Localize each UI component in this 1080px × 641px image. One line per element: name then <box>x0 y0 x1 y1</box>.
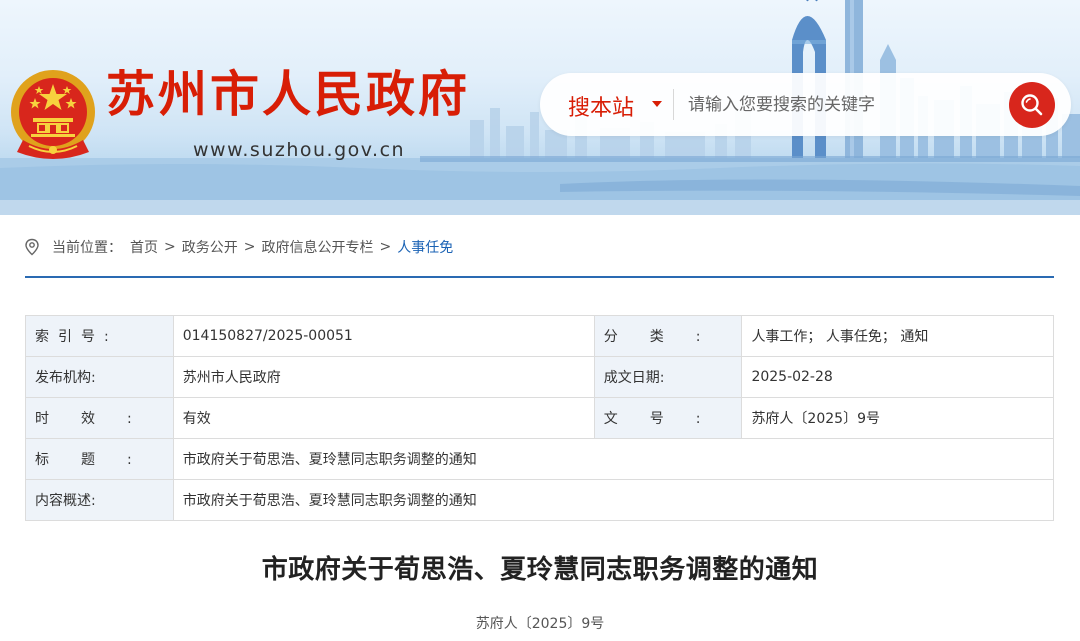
caret-down-icon[interactable] <box>652 101 662 107</box>
title-label: 标题: <box>25 438 174 480</box>
publisher-value: 苏州市人民政府 <box>172 356 595 398</box>
search-divider <box>673 89 674 120</box>
breadcrumb-separator: > <box>243 239 256 255</box>
table-row: 索引号: 014150827/2025-00051 分类: 人事工作； 人事任免… <box>25 315 1054 357</box>
document-title: 市政府关于荀思浩、夏玲慧同志职务调整的通知 <box>261 555 819 585</box>
breadcrumb-rule <box>25 276 1054 278</box>
category-label: 分类: <box>593 315 743 357</box>
docno-label: 文号: <box>593 397 743 439</box>
breadcrumb-personnel[interactable]: 人事任免 <box>397 237 453 257</box>
table-row: 发布机构: 苏州市人民政府 成文日期: 2025-02-28 <box>25 356 1054 398</box>
breadcrumb-separator: > <box>164 239 176 255</box>
category-value: 人事工作； 人事任免； 通知 <box>741 315 1054 357</box>
breadcrumb-home[interactable]: 首页 <box>130 237 158 257</box>
document-info-table: 索引号: 014150827/2025-00051 分类: 人事工作； 人事任免… <box>25 315 1055 521</box>
national-emblem-icon <box>11 70 95 159</box>
search-bar: 搜本站 <box>540 73 1071 136</box>
search-scope-dropdown[interactable]: 搜本站 <box>568 90 634 122</box>
breadcrumb-prefix: 当前位置： <box>52 240 122 256</box>
summary-value: 市政府关于荀思浩、夏玲慧同志职务调整的通知 <box>172 479 1055 521</box>
site-url: www.suzhou.gov.cn <box>193 139 406 161</box>
summary-label: 内容概述: <box>25 479 174 521</box>
publisher-label: 发布机构: <box>25 356 174 398</box>
breadcrumb-gov-affairs[interactable]: 政务公开 <box>182 237 238 257</box>
title-value: 市政府关于荀思浩、夏玲慧同志职务调整的通知 <box>172 438 1055 480</box>
location-pin-icon <box>25 238 39 256</box>
site-title: 苏州市人民政府 <box>106 66 471 123</box>
validity-label: 时效: <box>25 397 174 439</box>
date-label: 成文日期: <box>593 356 743 398</box>
date-value: 2025-02-28 <box>741 356 1054 398</box>
document-number: 苏府人〔2025〕9号 <box>475 616 605 632</box>
table-row: 标题: 市政府关于荀思浩、夏玲慧同志职务调整的通知 <box>25 438 1055 480</box>
search-input[interactable] <box>688 89 988 120</box>
table-row: 内容概述: 市政府关于荀思浩、夏玲慧同志职务调整的通知 <box>25 479 1055 521</box>
docno-value: 苏府人〔2025〕9号 <box>741 397 1054 439</box>
breadcrumb-info-disclosure[interactable]: 政府信息公开专栏 <box>261 237 373 257</box>
breadcrumb-separator: > <box>379 239 392 255</box>
search-button[interactable] <box>1009 82 1055 128</box>
index-value: 014150827/2025-00051 <box>172 315 595 357</box>
search-icon <box>1021 94 1043 116</box>
index-label: 索引号: <box>25 315 174 357</box>
header-banner: 苏州市人民政府 www.suzhou.gov.cn 搜本站 <box>0 0 1080 215</box>
breadcrumb: 当前位置： 首页 > 政务公开 > 政府信息公开专栏 > 人事任免 <box>24 236 453 258</box>
validity-value: 有效 <box>172 397 595 439</box>
table-row: 时效: 有效 文号: 苏府人〔2025〕9号 <box>25 397 1054 439</box>
